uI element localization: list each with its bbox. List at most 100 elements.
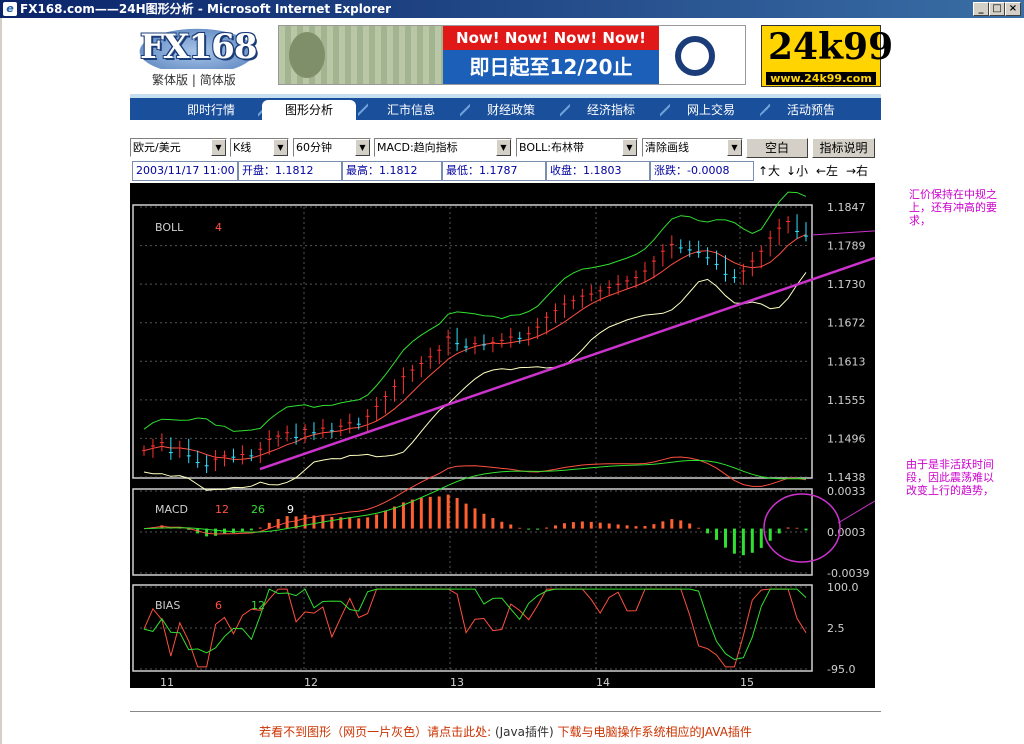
chart-panels: 1.1847 1.1789 1.1730 1.1672 1.1613 1.1555 1.14… bbox=[132, 191, 875, 688]
close-button[interactable]: × bbox=[1005, 2, 1021, 16]
info-open: 开盘：1.1812 bbox=[238, 161, 342, 181]
y-tick-label: 1.1438 bbox=[827, 471, 866, 484]
scroll-right-button[interactable]: →右 bbox=[846, 161, 868, 181]
x-tick-label: 14 bbox=[596, 676, 610, 688]
zoom-in-button[interactable]: ↑大 bbox=[758, 161, 780, 181]
chevron-down-icon[interactable]: ▼ bbox=[496, 139, 511, 156]
indicator-param: 4 bbox=[215, 221, 222, 234]
download-java-link[interactable]: 下载与电脑操作系统相应的JAVA插件 bbox=[558, 725, 752, 739]
chevron-down-icon[interactable]: ▼ bbox=[273, 139, 288, 156]
chart-type-value: K线 bbox=[233, 141, 252, 154]
tab-events[interactable]: 活动预告 bbox=[766, 100, 856, 120]
portrait-graphic bbox=[289, 32, 325, 78]
indicator2-select[interactable]: BOLL:布林带 ▼ bbox=[516, 138, 638, 157]
indicator-param: 6 bbox=[215, 599, 222, 612]
info-datetime: 2003/11/17 11:00 bbox=[132, 161, 238, 181]
tab-online-trading[interactable]: 网上交易 bbox=[666, 100, 756, 120]
info-change: 涨跌：-0.0008 bbox=[650, 161, 754, 181]
y-tick-label: 1.1730 bbox=[827, 278, 866, 291]
y-tick-label: 1.1789 bbox=[827, 240, 866, 253]
annotation-2: 由于是非活跃时间段，因此震荡难以改变上行的趋势， bbox=[906, 458, 994, 497]
zoom-out-button[interactable]: ↓小 bbox=[786, 161, 808, 181]
annotation-pointer bbox=[811, 230, 875, 236]
pair-select[interactable]: 欧元/美元 ▼ bbox=[130, 138, 227, 157]
chart-type-select[interactable]: K线 ▼ bbox=[230, 138, 289, 157]
draw-select[interactable]: 清除画线 ▼ bbox=[642, 138, 743, 157]
boll-lower-line bbox=[143, 272, 807, 491]
simplified-link[interactable]: 简体版 bbox=[200, 73, 236, 87]
y-tick-label: 2.5 bbox=[827, 622, 845, 635]
y-tick-label: 1.1496 bbox=[827, 432, 866, 445]
main-nav: 即时行情 图形分析 汇市信息 财经政策 经济指标 网上交易 活动预告 bbox=[130, 94, 881, 120]
y-tick-label: 1.1613 bbox=[827, 355, 866, 368]
footer: 若看不到图形（网页一片灰色）请点击此处: (Java插件) 下载与电脑操作系统相… bbox=[130, 723, 881, 740]
indicator2-value: BOLL:布林带 bbox=[519, 141, 584, 154]
maximize-button[interactable]: □ bbox=[989, 2, 1005, 16]
banner-promo: 即日起至12/20止 bbox=[443, 50, 659, 84]
y-tick-label: 100.0 bbox=[827, 581, 859, 594]
chevron-down-icon[interactable]: ▼ bbox=[727, 139, 742, 156]
indicator-name: BOLL bbox=[155, 221, 184, 234]
24k99-logo-text: 24k99 bbox=[768, 26, 894, 68]
y-tick-label: -0.0039 bbox=[827, 567, 869, 580]
x-tick-label: 11 bbox=[160, 676, 174, 688]
indicator1-value: MACD:趋向指标 bbox=[377, 141, 458, 154]
ie-icon: e bbox=[3, 2, 17, 16]
fx168-logo[interactable]: FX168 繁体版 | 简体版 bbox=[130, 25, 264, 87]
24k99-url: www.24k99.com bbox=[766, 72, 876, 85]
chevron-down-icon[interactable]: ▼ bbox=[211, 139, 226, 156]
java-plugin-link[interactable]: (Java插件) bbox=[495, 725, 554, 739]
lang-divider: | bbox=[191, 73, 196, 87]
indicator-param: 12 bbox=[215, 503, 229, 516]
fx168-logo-text: FX168 bbox=[140, 27, 257, 67]
chevron-down-icon[interactable]: ▼ bbox=[355, 139, 370, 156]
trend-line bbox=[259, 256, 875, 471]
minimize-button[interactable]: _ bbox=[973, 2, 989, 16]
draw-value: 清除画线 bbox=[645, 141, 689, 154]
dollar-bill-graphic bbox=[279, 26, 443, 84]
bank-logo-icon bbox=[675, 36, 715, 76]
annotation-1: 汇价保持在中规之上，还有冲高的要求， bbox=[909, 188, 997, 227]
x-tick-label: 13 bbox=[450, 676, 464, 688]
tab-quotes[interactable]: 即时行情 bbox=[166, 100, 256, 120]
tab-fx-info[interactable]: 汇市信息 bbox=[366, 100, 456, 120]
window-title-bar: e FX168.com——24H图形分析 - Microsoft Interne… bbox=[0, 0, 1024, 18]
info-low: 最低：1.1787 bbox=[442, 161, 546, 181]
page: FX168 繁体版 | 简体版 Now! Now! Now! Now! 即日起至… bbox=[0, 18, 1024, 744]
ad-banner[interactable]: Now! Now! Now! Now! 即日起至12/20止 bbox=[278, 25, 746, 85]
price-chart[interactable]: 1.1847 1.1789 1.1730 1.1672 1.1613 1.1555 1.14… bbox=[130, 183, 875, 688]
24k99-logo[interactable]: 24k99 www.24k99.com bbox=[761, 25, 893, 87]
period-select[interactable]: 60分钟 ▼ bbox=[293, 138, 371, 157]
footer-divider bbox=[130, 711, 881, 712]
window-title: FX168.com——24H图形分析 - Microsoft Internet … bbox=[20, 2, 392, 16]
pair-select-value: 欧元/美元 bbox=[133, 141, 181, 154]
info-high: 最高：1.1812 bbox=[342, 161, 442, 181]
y-tick-label: -95.0 bbox=[827, 663, 855, 676]
lang-links: 繁体版 | 简体版 bbox=[152, 71, 236, 88]
chart-toolbar: 欧元/美元 ▼ K线 ▼ 60分钟 ▼ MACD:趋向指标 ▼ BOLL:布林带 ▼ 清除… bbox=[130, 138, 875, 158]
indicator-param: 26 bbox=[251, 503, 265, 516]
chevron-down-icon[interactable]: ▼ bbox=[622, 139, 637, 156]
blank-button[interactable]: 空白 bbox=[746, 138, 808, 158]
info-close: 收盘：1.1803 bbox=[546, 161, 650, 181]
indicator1-select[interactable]: MACD:趋向指标 ▼ bbox=[374, 138, 512, 157]
x-tick-label: 12 bbox=[304, 676, 318, 688]
scroll-left-button[interactable]: ←左 bbox=[816, 161, 838, 181]
tab-economic-indicators[interactable]: 经济指标 bbox=[566, 100, 656, 120]
y-tick-label: 1.1555 bbox=[827, 394, 866, 407]
bias12-line bbox=[143, 588, 807, 661]
tab-finance-policy[interactable]: 财经政策 bbox=[466, 100, 556, 120]
y-tick-label: 0.0033 bbox=[827, 485, 866, 498]
traditional-link[interactable]: 繁体版 bbox=[152, 73, 188, 87]
quote-info-bar: 2003/11/17 11:00 开盘：1.1812 最高：1.1812 最低：… bbox=[130, 161, 875, 181]
footer-text: 若看不到图形（网页一片灰色）请点击此处: bbox=[259, 725, 492, 739]
y-tick-label: 1.1672 bbox=[827, 317, 866, 330]
indicator-help-button[interactable]: 指标说明 bbox=[812, 138, 875, 158]
indicator-param: 9 bbox=[287, 503, 294, 516]
indicator-name: MACD bbox=[155, 503, 188, 516]
y-tick-label: 0.0003 bbox=[827, 526, 866, 539]
x-tick-label: 15 bbox=[740, 676, 754, 688]
tab-chart-analysis[interactable]: 图形分析 bbox=[262, 100, 356, 120]
indicator-name: BIAS bbox=[155, 599, 180, 612]
banner-now: Now! Now! Now! Now! bbox=[443, 26, 659, 50]
